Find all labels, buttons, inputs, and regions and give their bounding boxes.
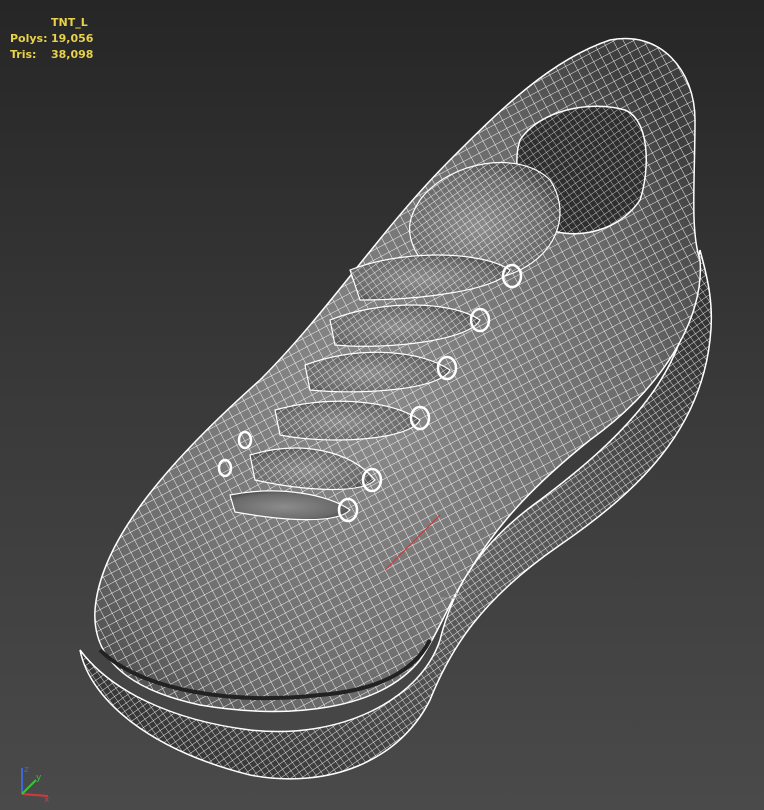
axis-gizmo: z y x bbox=[21, 765, 50, 802]
x-axis-label: x bbox=[44, 795, 50, 802]
3d-viewport[interactable]: TNT_L Polys: 19,056 Tris: 38,098 z y x bbox=[0, 0, 764, 810]
sneaker-model[interactable] bbox=[0, 0, 764, 810]
z-axis-label: z bbox=[24, 765, 29, 775]
y-axis-line bbox=[21, 779, 37, 795]
y-axis-label: y bbox=[36, 773, 42, 783]
